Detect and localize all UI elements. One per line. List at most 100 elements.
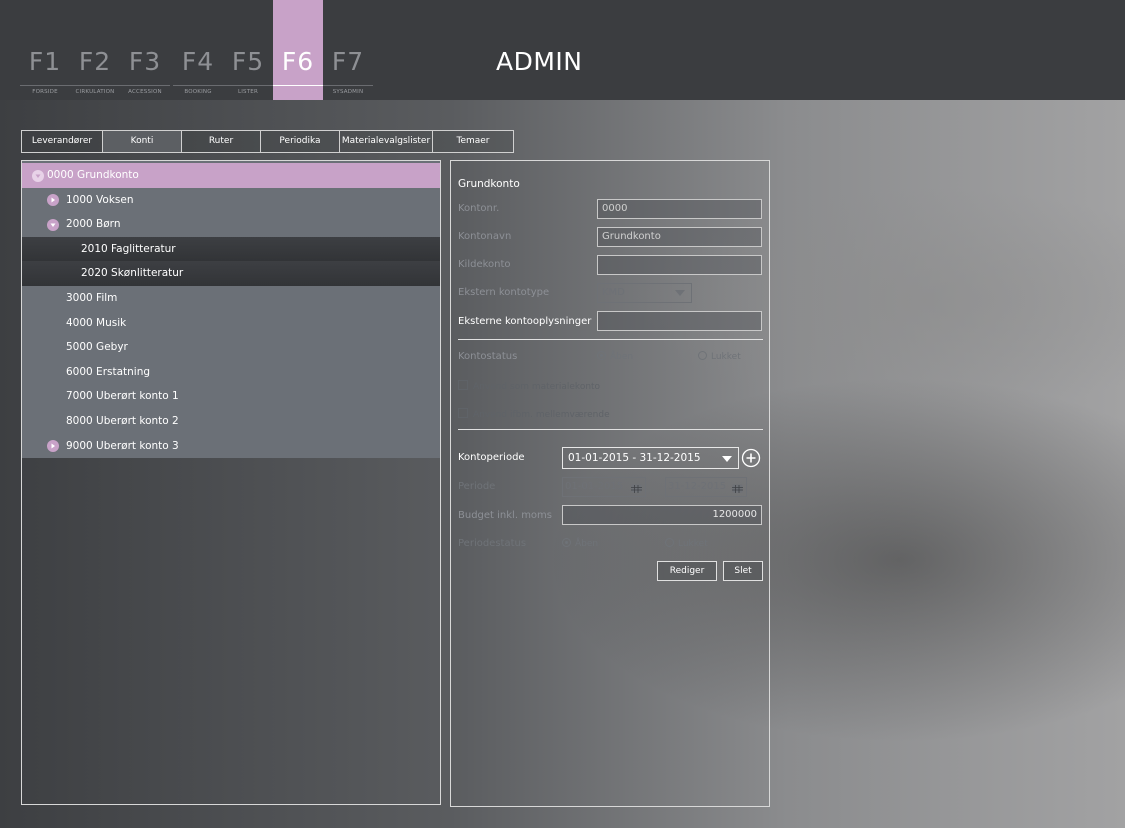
eksterne-oplysninger-label: Eksterne kontooplysninger	[458, 316, 592, 327]
tree-row-9000[interactable]: 9000 Uberørt konto 3	[22, 434, 440, 459]
kontostatus-open-radio[interactable]: Åben	[597, 351, 633, 362]
budget-field[interactable]: 1200000	[562, 505, 762, 525]
kontonr-label: Kontonr.	[458, 203, 500, 214]
tree-row-7000[interactable]: 7000 Uberørt konto 1	[22, 384, 440, 409]
kontoperiode-select[interactable]: 01-01-2015 - 31-12-2015	[562, 447, 739, 469]
tree-row-label: 1000 Voksen	[66, 193, 134, 206]
mellemvaerende-checkbox[interactable]: Anvend ifbm. mellemværende	[458, 408, 610, 420]
tab-periodika[interactable]: Periodika	[260, 130, 339, 153]
tree-row-2010[interactable]: 2010 Faglitteratur	[22, 236, 440, 262]
checkbox-label: Anvend ifbm. mellemværende	[473, 410, 610, 420]
delete-button[interactable]: Slet	[723, 561, 763, 581]
radio-label: Lukket	[711, 352, 741, 362]
calendar-icon[interactable]	[631, 482, 642, 500]
radio-label: Lukket	[678, 539, 708, 549]
edit-button[interactable]: Rediger	[657, 561, 717, 581]
tab-leverandorer[interactable]: Leverandører	[21, 130, 102, 153]
radio-label: Åben	[610, 352, 634, 362]
checkbox-icon	[458, 380, 468, 390]
periode-label: Periode	[458, 481, 496, 492]
fkey-f7[interactable]: F7 SYSADMIN	[323, 0, 373, 100]
add-period-icon[interactable]	[741, 448, 761, 468]
tab-konti[interactable]: Konti	[102, 130, 181, 153]
tree-row-label: 2020 Skønlitteratur	[81, 267, 184, 280]
kontonr-field[interactable]: 0000	[597, 199, 762, 219]
budget-label: Budget inkl. moms	[458, 510, 552, 521]
periode-to-field[interactable]: 31-12-2015	[665, 477, 747, 497]
tree-row-2020[interactable]: 2020 Skønlitteratur	[22, 261, 440, 286]
kontonavn-label: Kontonavn	[458, 231, 512, 242]
fkey-f4[interactable]: F4 BOOKING	[173, 0, 223, 100]
fkey-f7-number: F7	[331, 47, 365, 76]
collapse-icon[interactable]	[47, 218, 59, 231]
periodestatus-closed-radio[interactable]: Lukket	[665, 538, 708, 549]
fkey-f6-number: F6	[281, 47, 315, 76]
radio-icon	[698, 351, 707, 360]
tab-temaer[interactable]: Temaer	[432, 130, 514, 153]
fkey-f5-number: F5	[231, 47, 265, 76]
kildekonto-label: Kildekonto	[458, 259, 511, 270]
kontonavn-field[interactable]: Grundkonto	[597, 227, 762, 247]
calendar-icon[interactable]	[732, 482, 743, 500]
app-title: ADMIN	[496, 47, 583, 76]
account-tree: 0000 Grundkonto 1000 Voksen 2000 Børn 20…	[21, 160, 441, 805]
top-bar: F1 FORSIDE F2 CIRKULATION F3 ACCESSION F…	[0, 0, 1125, 100]
materialekonto-checkbox[interactable]: Anvend som materialekonto	[458, 380, 600, 392]
tree-row-label: 2010 Faglitteratur	[81, 242, 176, 255]
fkey-f6-label	[273, 85, 323, 100]
periode-from-field[interactable]: 01-01-2015	[562, 477, 646, 497]
checkbox-label: Anvend som materialekonto	[473, 382, 601, 392]
fkey-f2-number: F2	[78, 47, 112, 76]
fkey-f4-number: F4	[181, 47, 215, 76]
fkey-f2[interactable]: F2 CIRKULATION	[70, 0, 120, 100]
fkey-f2-label: CIRKULATION	[70, 85, 120, 100]
fkey-f1-number: F1	[28, 47, 62, 76]
divider	[458, 429, 763, 430]
expand-icon[interactable]	[47, 194, 59, 207]
tree-row-0000[interactable]: 0000 Grundkonto	[22, 163, 440, 188]
tree-row-label: 4000 Musik	[66, 316, 127, 329]
tree-row-2000[interactable]: 2000 Børn	[22, 212, 440, 237]
tree-row-3000[interactable]: 3000 Film	[22, 286, 440, 311]
tree-row-1000[interactable]: 1000 Voksen	[22, 188, 440, 213]
periode-from-value: 01-01-2015	[565, 481, 624, 492]
chevron-down-icon	[675, 290, 685, 296]
tree-row-8000[interactable]: 8000 Uberørt konto 2	[22, 409, 440, 434]
tree-row-label: 9000 Uberørt konto 3	[66, 439, 179, 452]
divider	[458, 339, 763, 340]
radio-label: Åben	[575, 539, 599, 549]
kontostatus-closed-radio[interactable]: Lukket	[698, 351, 741, 362]
radio-selected-icon	[562, 538, 571, 547]
tree-row-label: 5000 Gebyr	[66, 341, 128, 354]
tree-row-6000[interactable]: 6000 Erstatning	[22, 360, 440, 385]
tab-materialevalgslister[interactable]: Materialevalgslister	[339, 130, 432, 153]
periodestatus-open-radio[interactable]: Åben	[562, 538, 598, 549]
periode-to-value: 31-12-2015	[668, 481, 727, 492]
chevron-down-icon	[722, 456, 732, 462]
fkey-f3-label: ACCESSION	[120, 85, 170, 100]
tree-row-5000[interactable]: 5000 Gebyr	[22, 335, 440, 360]
collapse-icon[interactable]	[32, 169, 44, 182]
radio-icon	[665, 538, 674, 547]
tree-row-label: 3000 Film	[66, 292, 118, 304]
kontoperiode-label: Kontoperiode	[458, 452, 525, 463]
fkey-f3[interactable]: F3 ACCESSION	[120, 0, 170, 100]
detail-heading: Grundkonto	[458, 178, 520, 190]
tab-ruter[interactable]: Ruter	[181, 130, 260, 153]
kontoperiode-value: 01-01-2015 - 31-12-2015	[568, 452, 701, 464]
kildekonto-field[interactable]	[597, 255, 762, 275]
fkey-f5[interactable]: F5 LISTER	[223, 0, 273, 100]
fkey-f4-label: BOOKING	[173, 85, 223, 100]
expand-icon[interactable]	[47, 440, 59, 453]
fkey-f6[interactable]: F6	[273, 0, 323, 100]
fkey-f3-number: F3	[128, 47, 162, 76]
tree-row-label: 6000 Erstatning	[66, 365, 151, 378]
ekstern-kontotype-select[interactable]: KMD	[597, 283, 692, 303]
tree-row-4000[interactable]: 4000 Musik	[22, 311, 440, 336]
eksterne-oplysninger-field[interactable]	[597, 311, 762, 331]
ekstern-kontotype-value: KMD	[602, 287, 625, 298]
checkbox-icon	[458, 408, 468, 418]
tree-row-label: 7000 Uberørt konto 1	[66, 390, 179, 403]
ekstern-kontotype-label: Ekstern kontotype	[458, 287, 550, 298]
fkey-f1[interactable]: F1 FORSIDE	[20, 0, 70, 100]
